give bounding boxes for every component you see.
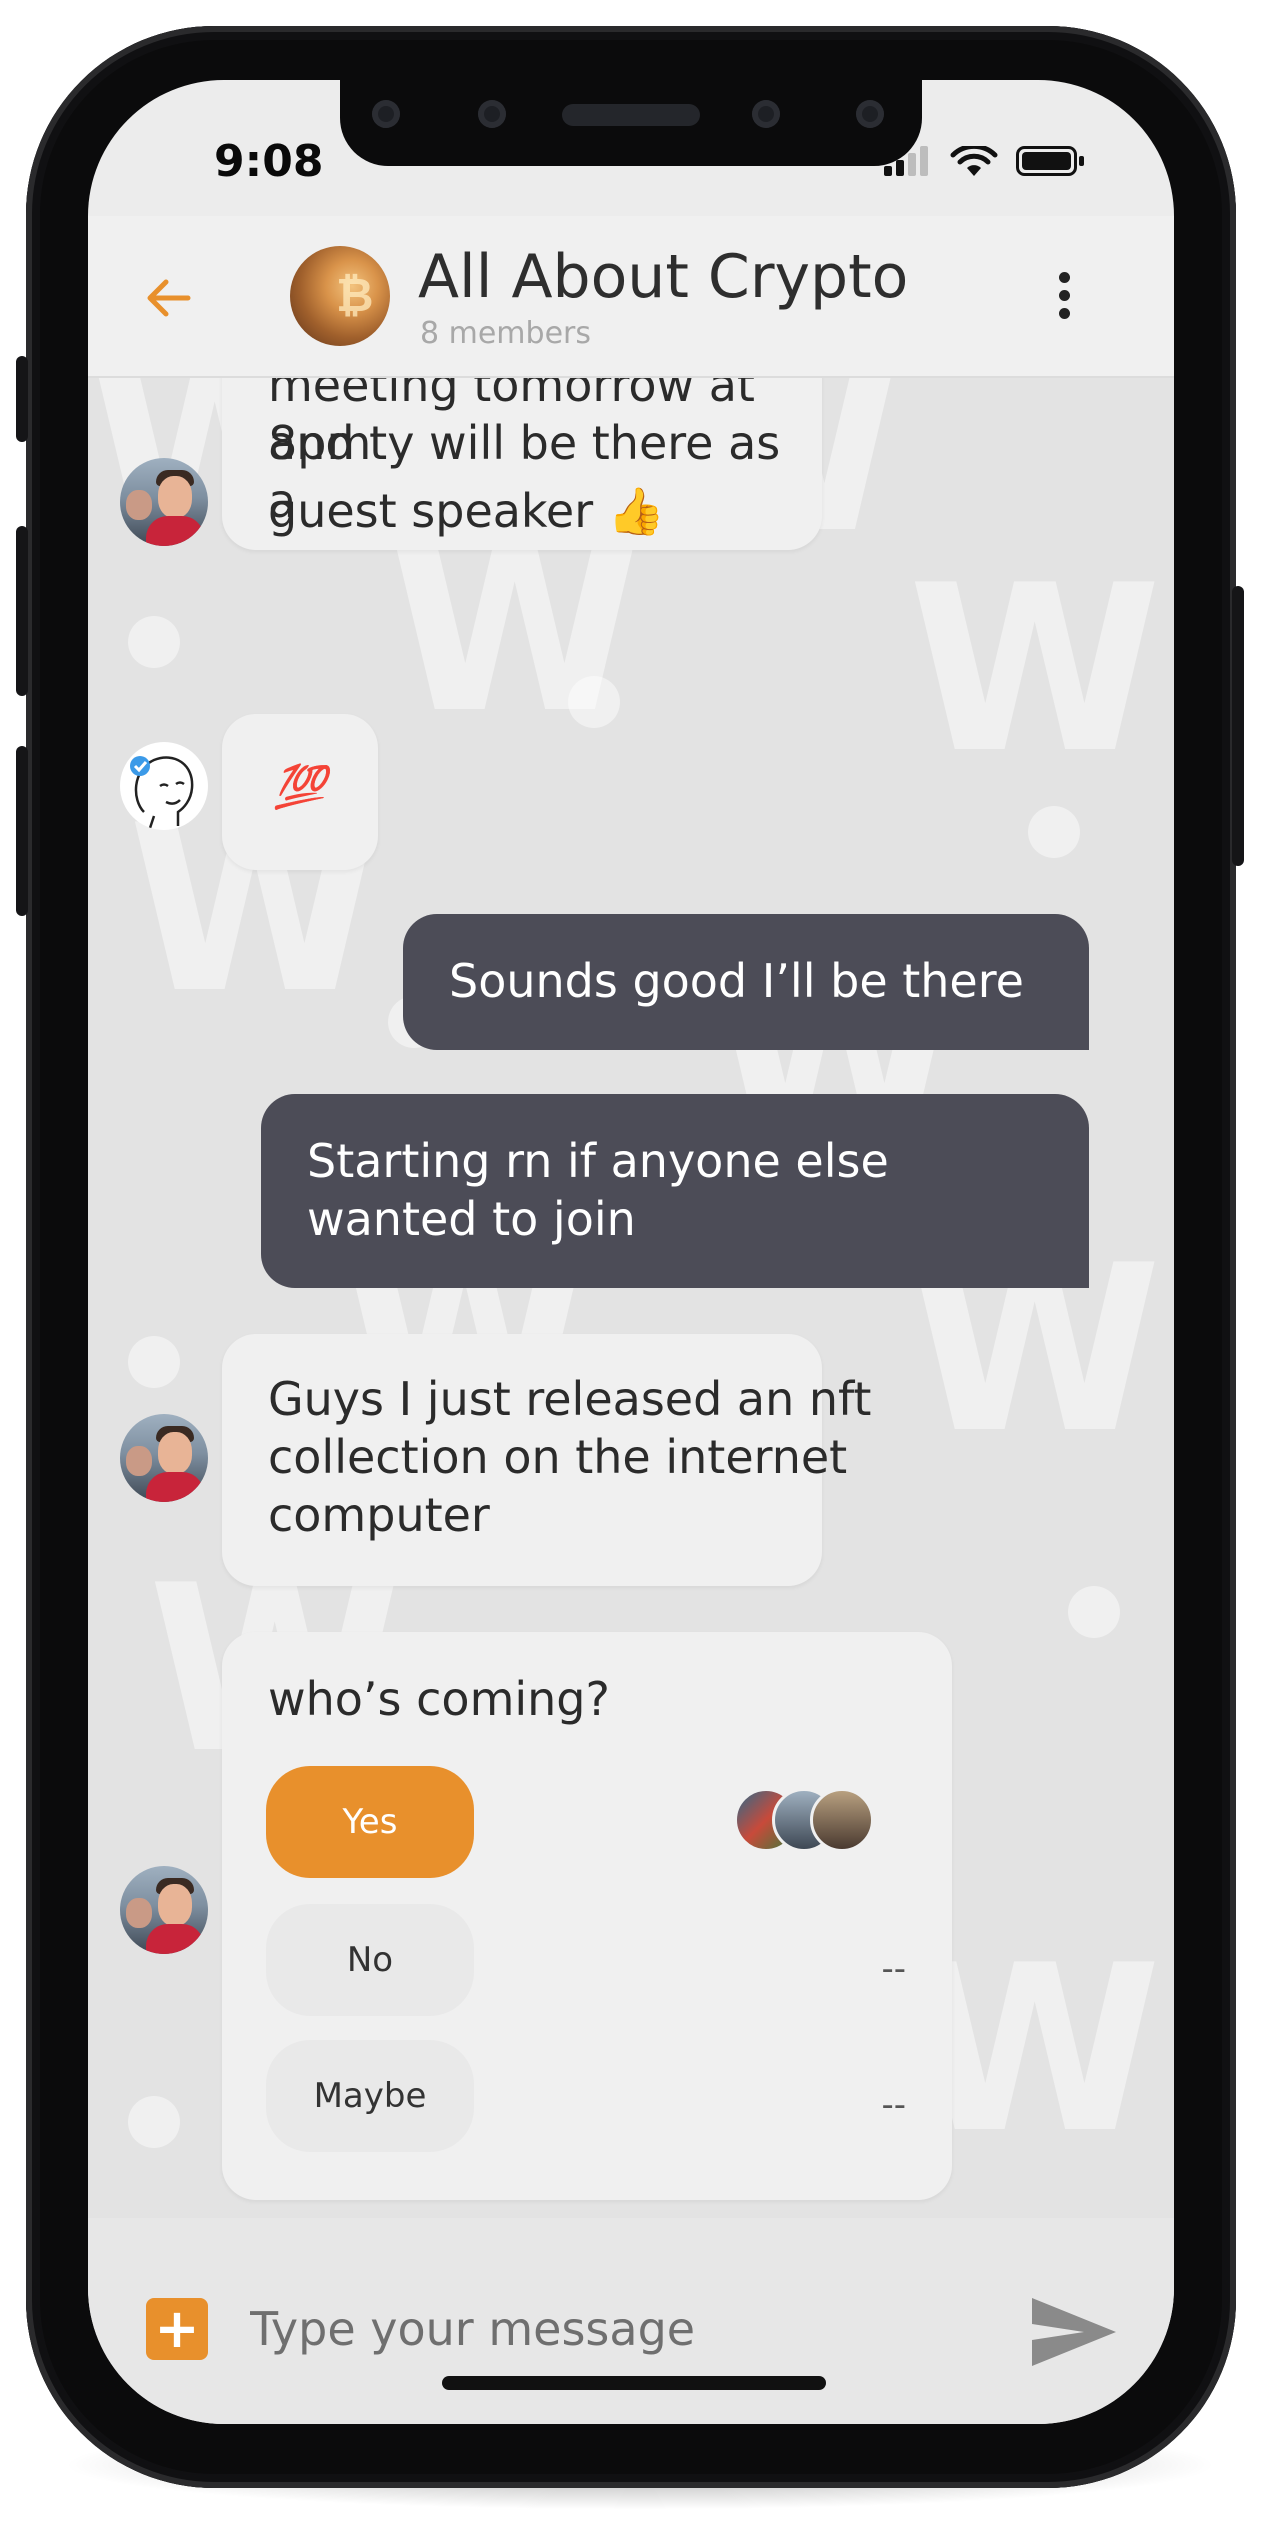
phone-screen: 9:08 ₿ All About Crypto 8 members W W W …: [88, 80, 1174, 2424]
watermark-dot: [568, 676, 620, 728]
notch: [340, 80, 922, 166]
message-text: wanted to join: [307, 1192, 636, 1246]
hundred-points-emoji: 💯: [273, 762, 327, 811]
message-input[interactable]: [248, 2288, 972, 2370]
message-text: Sounds good I’ll be there: [449, 954, 1024, 1008]
sensor-dot: [856, 100, 884, 128]
chat-header: ₿ All About Crypto 8 members: [88, 216, 1174, 378]
group-avatar[interactable]: ₿: [290, 246, 390, 346]
avatar[interactable]: [120, 742, 208, 830]
poll-option-maybe[interactable]: Maybe: [266, 2040, 474, 2152]
poll-option-no[interactable]: No: [266, 1904, 474, 2016]
message-composer: +: [88, 2218, 1174, 2424]
voter-avatar: [810, 1788, 874, 1852]
watermark-dot: [1028, 806, 1080, 858]
message-text: Starting rn if anyone else: [307, 1134, 889, 1188]
message-text: Guys I just released an nft: [268, 1372, 872, 1426]
message-bubble-incoming: Guys I just released an nft collection o…: [222, 1334, 871, 1586]
camera-dot: [752, 100, 780, 128]
avatar[interactable]: [120, 458, 208, 546]
sensor-dot: [478, 100, 506, 128]
plus-icon[interactable]: +: [146, 2298, 208, 2360]
volume-down-button: [16, 746, 28, 916]
message-bubble-outgoing: Sounds good I’ll be there: [403, 914, 1089, 1050]
watermark-logo: W: [908, 537, 1162, 804]
poll-count: --: [881, 2085, 906, 2125]
member-count[interactable]: 8 members: [420, 316, 591, 351]
watermark-dot: [128, 1336, 180, 1388]
mute-switch: [16, 356, 28, 442]
poll-question: who’s coming?: [268, 1672, 610, 1726]
poll-voters: [734, 1788, 884, 1854]
watermark-dot: [128, 616, 180, 668]
poll-count: --: [881, 1949, 906, 1989]
watermark-dot: [128, 2096, 180, 2148]
message-text: computer: [268, 1488, 490, 1542]
watermark-dot: [1068, 1586, 1120, 1638]
volume-up-button: [16, 526, 28, 696]
sensor-dot: [372, 100, 400, 128]
message-text: guest speaker 👍: [268, 484, 666, 538]
status-time: 9:08: [214, 136, 324, 187]
poll-card: who’s coming? Yes No -- Maybe --: [222, 1632, 952, 2200]
wifi-icon: [950, 146, 998, 176]
group-title[interactable]: All About Crypto: [418, 242, 908, 312]
battery-icon: [1016, 146, 1084, 176]
bitcoin-icon: ₿: [336, 268, 374, 322]
message-bubble-incoming: meeting tomorrow at 8pm and ty will be t…: [222, 376, 822, 550]
more-vertical-icon[interactable]: [1054, 272, 1074, 328]
home-indicator[interactable]: [442, 2376, 826, 2390]
avatar[interactable]: [120, 1866, 208, 1954]
earpiece-speaker: [562, 104, 700, 126]
power-button: [1232, 586, 1244, 866]
arrow-left-icon[interactable]: [142, 272, 194, 324]
poll-option-yes[interactable]: Yes: [266, 1766, 474, 1878]
message-bubble-outgoing: Starting rn if anyone else wanted to joi…: [261, 1094, 1089, 1288]
sketch-face-icon: [130, 756, 194, 829]
send-icon[interactable]: [1028, 2294, 1120, 2370]
avatar[interactable]: [120, 1414, 208, 1502]
message-list[interactable]: W W W W W W W W W W W meeting tomorrow a…: [88, 376, 1174, 2218]
message-bubble-incoming: 💯: [222, 714, 378, 870]
message-text: collection on the internet: [268, 1430, 848, 1484]
